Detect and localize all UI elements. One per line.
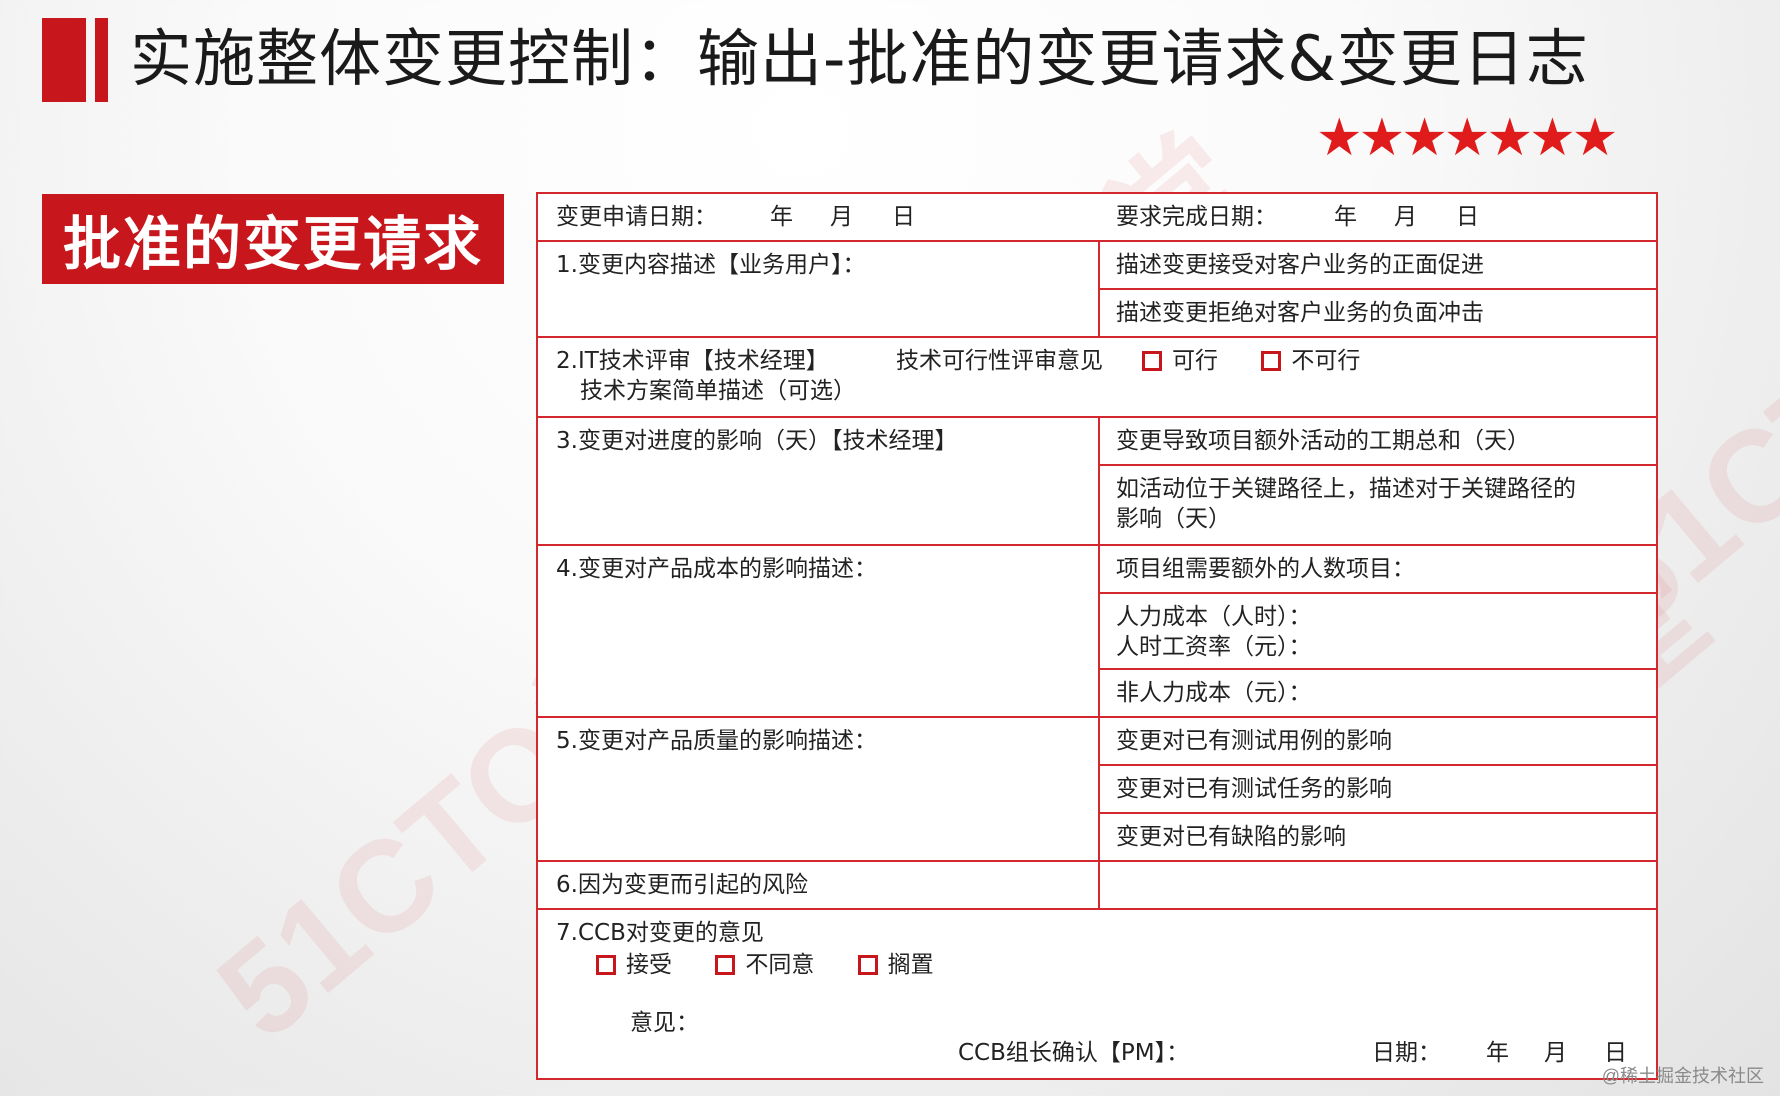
- section-5-label: 5.变更对产品质量的影响描述：: [556, 728, 877, 754]
- request-date-label: 变更申请日期：: [556, 204, 717, 230]
- request-date-month: 月: [830, 204, 853, 230]
- page-title: 实施整体变更控制：输出-批准的变更请求&变更日志: [130, 22, 1589, 95]
- due-date-year: 年: [1334, 204, 1357, 230]
- option-disagree[interactable]: 不同意: [715, 950, 814, 980]
- checkbox-icon[interactable]: [857, 955, 878, 975]
- checkbox-icon[interactable]: [1142, 351, 1162, 371]
- section-1-negative: 描述变更拒绝对客户业务的负面冲击: [1116, 300, 1484, 326]
- checkbox-icon[interactable]: [715, 955, 736, 975]
- option-shelve[interactable]: 搁置: [857, 950, 934, 980]
- section-1-label: 1.变更内容描述【业务用户】：: [556, 252, 866, 278]
- checkbox-icon[interactable]: [596, 955, 616, 975]
- option-label: 不可行: [1291, 348, 1361, 374]
- section-6-label: 6.因为变更而引起的风险: [556, 872, 808, 898]
- ccb-confirm-label: CCB组长确认【PM】：: [958, 1040, 1190, 1066]
- source-credit: @稀土掘金技术社区: [1601, 1066, 1764, 1086]
- section-4-hourly-rate: 人时工资率（元）：: [1116, 634, 1312, 660]
- due-date-label: 要求完成日期：: [1116, 204, 1277, 230]
- request-date-year: 年: [770, 204, 793, 230]
- section-2-options: 可行 不可行: [1142, 346, 1396, 379]
- section-1-positive: 描述变更接受对客户业务的正面促进: [1116, 252, 1484, 278]
- section-7-opinion-label: 意见：: [630, 1010, 699, 1036]
- section-3-duration: 变更导致项目额外活动的工期总和（天）: [1116, 428, 1530, 454]
- section-badge: 批准的变更请求: [42, 194, 504, 284]
- section-2-label: 2.IT技术评审【技术经理】: [556, 348, 829, 374]
- option-label: 接受: [626, 952, 672, 978]
- option-label: 不同意: [745, 952, 815, 978]
- request-date-day: 日: [892, 204, 915, 230]
- due-date-day: 日: [1456, 204, 1479, 230]
- section-7-options: 接受 不同意 搁置: [596, 950, 970, 983]
- section-4-label: 4.变更对产品成本的影响描述：: [556, 556, 877, 582]
- due-date-month: 月: [1394, 204, 1417, 230]
- section-2-opinion: 技术可行性评审意见: [896, 348, 1103, 374]
- section-4-non-labor: 非人力成本（元）：: [1116, 680, 1312, 706]
- option-label: 可行: [1172, 348, 1218, 374]
- section-5-test-tasks: 变更对已有测试任务的影响: [1116, 776, 1392, 802]
- checkbox-icon[interactable]: [1261, 351, 1282, 371]
- ccb-date-month: 月: [1544, 1040, 1567, 1066]
- option-not-feasible[interactable]: 不可行: [1261, 346, 1360, 376]
- ccb-date-year: 年: [1486, 1040, 1509, 1066]
- section-2-sub: 技术方案简单描述（可选）: [580, 378, 856, 404]
- option-label: 搁置: [887, 952, 934, 978]
- section-5-test-cases: 变更对已有测试用例的影响: [1116, 728, 1392, 754]
- section-3-critical-path: 如活动位于关键路径上，描述对于关键路径的: [1116, 476, 1576, 502]
- option-feasible[interactable]: 可行: [1142, 346, 1218, 376]
- change-request-form: 变更申请日期： 年 月 日 要求完成日期： 年 月 日 1.变更内容描述【业务用…: [536, 192, 1658, 1080]
- star-rating: ★★★★★★★: [1316, 108, 1618, 168]
- option-accept[interactable]: 接受: [596, 950, 672, 980]
- ccb-date-label: 日期：: [1372, 1040, 1441, 1066]
- section-7-label: 7.CCB对变更的意见: [556, 920, 764, 946]
- section-4-headcount: 项目组需要额外的人数项目：: [1116, 556, 1415, 582]
- section-3-label: 3.变更对进度的影响（天）【技术经理】: [556, 428, 958, 454]
- section-4-labor-hours: 人力成本（人时）：: [1116, 604, 1312, 630]
- section-3-critical-path-cont: 影响（天）: [1116, 506, 1231, 532]
- title-accent-bar: [42, 18, 108, 102]
- section-5-defects: 变更对已有缺陷的影响: [1116, 824, 1346, 850]
